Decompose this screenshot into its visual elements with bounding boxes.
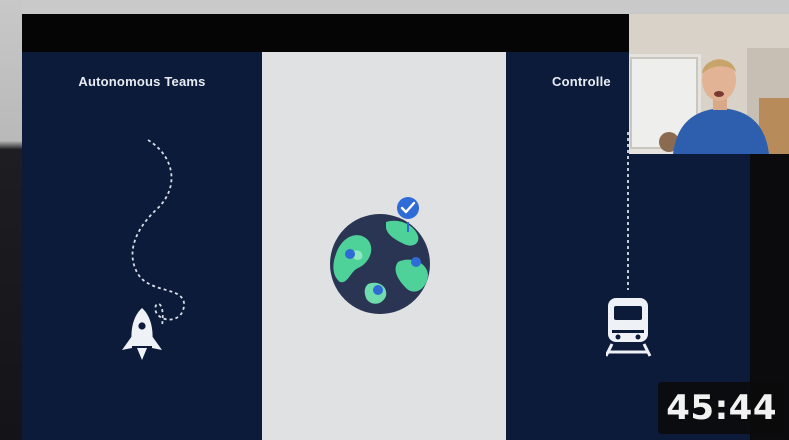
panel-title: Autonomous Teams [78,74,206,89]
slide-panel-center [262,52,506,440]
video-thumbnail[interactable]: Autonomous Teams Controlle 45:44 [0,0,789,440]
slide-panel-autonomous-teams: Autonomous Teams [22,52,262,440]
background-left-edge [0,0,22,440]
rocket-icon [122,139,185,360]
webcam-scene [629,14,789,154]
presenter-webcam [629,14,789,154]
background-top [0,0,789,14]
video-duration-badge: 45:44 [658,382,785,434]
globe-icon [330,197,430,314]
train-icon [606,132,652,357]
